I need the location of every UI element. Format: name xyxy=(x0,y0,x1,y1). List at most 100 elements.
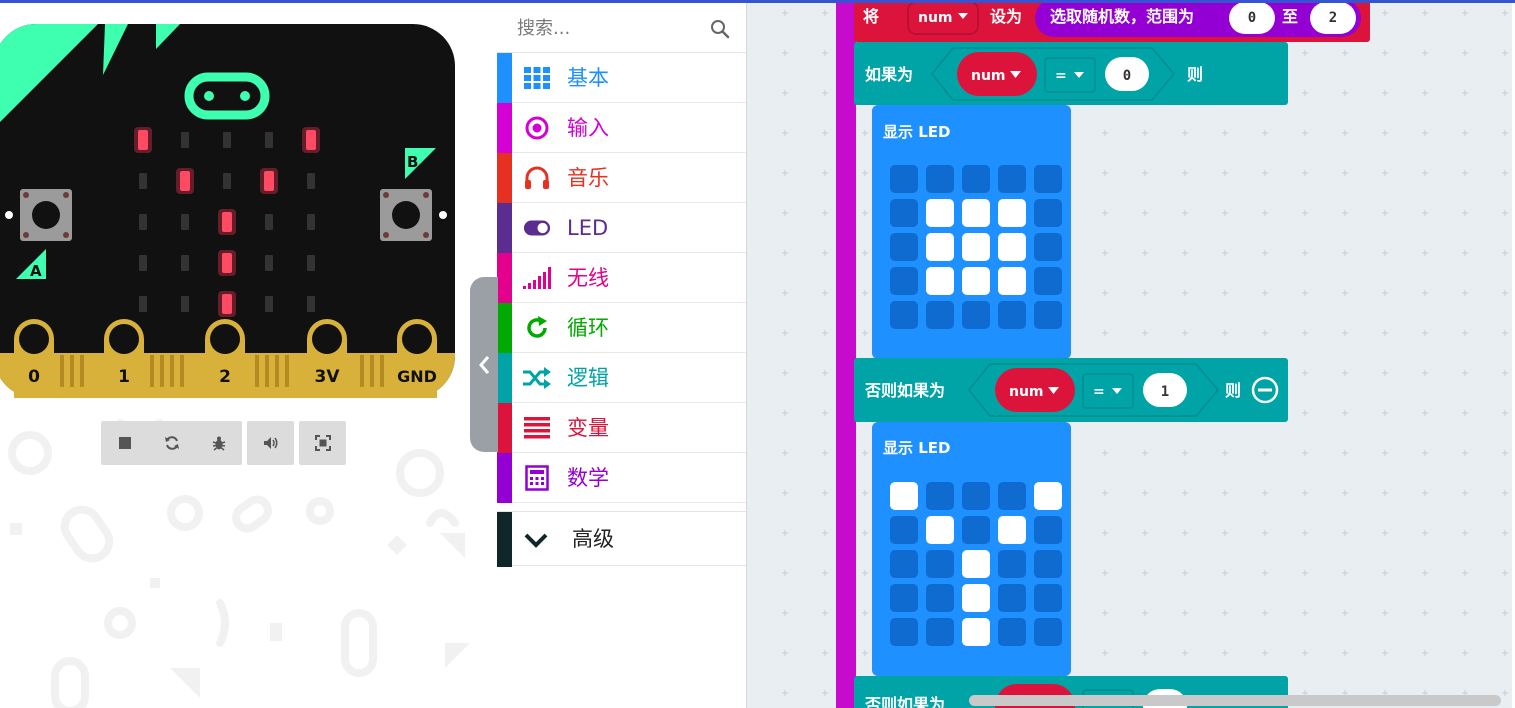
led-cell[interactable] xyxy=(1034,199,1062,227)
search-input[interactable] xyxy=(497,3,746,53)
stop-icon[interactable] xyxy=(101,421,148,465)
category-input[interactable]: 输入 xyxy=(497,103,746,153)
led-cell[interactable] xyxy=(962,233,990,261)
collapse-simulator-button[interactable] xyxy=(470,277,498,452)
led-off xyxy=(223,132,231,148)
category-input-colorbar xyxy=(497,103,512,153)
led-cell[interactable] xyxy=(962,199,990,227)
horizontal-scrollbar[interactable] xyxy=(969,695,1501,706)
led-cell[interactable] xyxy=(962,516,990,544)
led-cell[interactable] xyxy=(890,482,918,510)
led-cell[interactable] xyxy=(890,516,918,544)
led-cell[interactable] xyxy=(926,199,954,227)
else-if-block[interactable]: 否则如果为 num = 1 则 xyxy=(854,358,1288,422)
led-cell[interactable] xyxy=(926,516,954,544)
category-radio-label: 无线 xyxy=(567,266,609,290)
led-cell[interactable] xyxy=(962,618,990,646)
if-keyword: 如果为 xyxy=(865,65,913,84)
led-cell[interactable] xyxy=(998,165,1026,193)
led-cell[interactable] xyxy=(1034,550,1062,578)
led-cell[interactable] xyxy=(1034,233,1062,261)
set-variable-block[interactable]: 将 num 设为 选取随机数，范围为 0 至 2 xyxy=(854,3,1370,42)
led-cell[interactable] xyxy=(890,165,918,193)
led-cell[interactable] xyxy=(998,550,1026,578)
led-cell[interactable] xyxy=(890,233,918,261)
led-cell[interactable] xyxy=(998,233,1026,261)
category-led[interactable]: LED xyxy=(497,203,746,253)
led-on xyxy=(138,130,148,150)
pin-2[interactable]: 2 xyxy=(205,319,245,398)
category-math-label: 数学 xyxy=(567,466,609,490)
mute-icon[interactable] xyxy=(247,421,294,465)
led-cell[interactable] xyxy=(998,618,1026,646)
pin-gnd[interactable]: GND xyxy=(397,319,437,398)
category-radio[interactable]: 无线 xyxy=(497,253,746,303)
led-cell[interactable] xyxy=(962,482,990,510)
category-logic[interactable]: 逻辑 xyxy=(497,353,746,403)
category-variables[interactable]: 变量 xyxy=(497,403,746,453)
led-cell[interactable] xyxy=(926,482,954,510)
category-logic-colorbar xyxy=(497,353,512,403)
if-block[interactable]: 如果为 num = 0 则 xyxy=(854,42,1288,105)
led-off xyxy=(181,214,189,230)
pin-0[interactable]: 0 xyxy=(14,319,54,398)
led-cell[interactable] xyxy=(1034,516,1062,544)
led-editor-1[interactable] xyxy=(890,165,1062,329)
debug-icon[interactable] xyxy=(195,421,242,465)
led-cell[interactable] xyxy=(926,618,954,646)
else-if-variable-dropdown[interactable]: num xyxy=(995,368,1075,412)
led-cell[interactable] xyxy=(962,550,990,578)
variable-dropdown[interactable]: num xyxy=(907,3,979,35)
led-cell[interactable] xyxy=(962,301,990,329)
fullscreen-icon[interactable] xyxy=(299,421,346,465)
else-if-operator-dropdown[interactable]: = xyxy=(1082,373,1134,409)
led-on xyxy=(222,212,232,232)
led-cell[interactable] xyxy=(926,233,954,261)
led-cell[interactable] xyxy=(1034,618,1062,646)
led-cell[interactable] xyxy=(962,165,990,193)
led-cell[interactable] xyxy=(890,301,918,329)
category-loops[interactable]: 循环 xyxy=(497,303,746,353)
led-cell[interactable] xyxy=(890,584,918,612)
category-advanced[interactable]: 高级 xyxy=(497,511,746,567)
led-cell[interactable] xyxy=(926,550,954,578)
if-operator-dropdown[interactable]: = xyxy=(1044,57,1096,93)
led-cell[interactable] xyxy=(998,301,1026,329)
led-cell[interactable] xyxy=(890,618,918,646)
category-math[interactable]: 数学 xyxy=(497,453,746,503)
led-cell[interactable] xyxy=(962,584,990,612)
led-cell[interactable] xyxy=(1034,165,1062,193)
led-cell[interactable] xyxy=(926,301,954,329)
led-cell[interactable] xyxy=(1034,267,1062,295)
led-cell[interactable] xyxy=(926,165,954,193)
led-cell[interactable] xyxy=(890,199,918,227)
led-cell[interactable] xyxy=(962,267,990,295)
led-cell[interactable] xyxy=(1034,482,1062,510)
led-editor-2[interactable] xyxy=(890,482,1062,646)
led-cell[interactable] xyxy=(890,550,918,578)
show-leds-block-1[interactable]: 显示 LED xyxy=(872,105,1071,359)
led-cell[interactable] xyxy=(926,267,954,295)
if-variable-dropdown[interactable]: num xyxy=(957,52,1037,96)
random-block[interactable]: 选取随机数，范围为 0 至 2 xyxy=(1035,3,1361,37)
led-cell[interactable] xyxy=(998,482,1026,510)
category-basic[interactable]: 基本 xyxy=(497,53,746,103)
led-cell[interactable] xyxy=(926,584,954,612)
restart-icon[interactable] xyxy=(148,421,195,465)
led-cell[interactable] xyxy=(890,267,918,295)
show-leds-block-2[interactable]: 显示 LED xyxy=(872,422,1071,676)
pin-3v[interactable]: 3V xyxy=(307,319,347,398)
if-operator-label: = xyxy=(1055,68,1067,84)
led-cell[interactable] xyxy=(998,516,1026,544)
led-cell[interactable] xyxy=(1034,584,1062,612)
category-music[interactable]: 音乐 xyxy=(497,153,746,203)
grid-icon xyxy=(523,65,551,91)
search-icon[interactable] xyxy=(710,19,730,39)
pin-1[interactable]: 1 xyxy=(104,319,144,398)
block-workspace[interactable]: 将 num 设为 选取随机数，范围为 0 至 2 如果为 num = 0 则 显… xyxy=(747,3,1515,708)
led-cell[interactable] xyxy=(998,199,1026,227)
microbit-board[interactable]: A B 0 1 2 3V GND xyxy=(0,24,455,398)
led-cell[interactable] xyxy=(1034,301,1062,329)
led-cell[interactable] xyxy=(998,584,1026,612)
led-cell[interactable] xyxy=(998,267,1026,295)
